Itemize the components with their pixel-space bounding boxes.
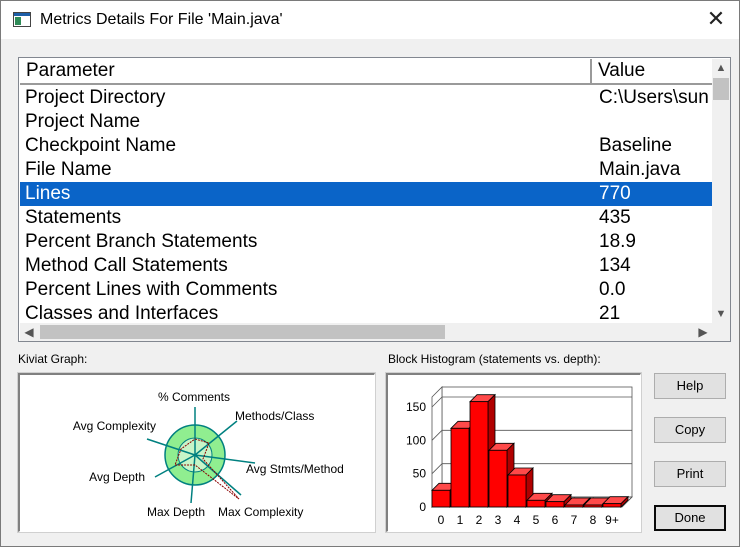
row-parameter: Percent Branch Statements	[25, 231, 258, 252]
table-header: Parameter Value	[20, 59, 712, 85]
row-parameter: Lines	[25, 183, 71, 204]
histogram-bar	[602, 503, 622, 508]
histogram-x-tick-label: 3	[495, 513, 502, 527]
histogram-bar	[507, 474, 527, 508]
row-value: C:\Users\sun	[599, 87, 709, 108]
row-value: 0.0	[599, 279, 626, 300]
scroll-up-arrow-icon[interactable]: ▲	[712, 59, 730, 77]
histogram-y-tick-label: 50	[413, 467, 427, 481]
vertical-scroll-thumb[interactable]	[713, 78, 729, 100]
row-parameter: Method Call Statements	[25, 255, 228, 276]
kiviat-axis-label: Avg Stmts/Method	[246, 462, 344, 476]
table-row[interactable]: Statements 435	[20, 206, 712, 230]
table-row[interactable]: Percent Branch Statements 18.9	[20, 230, 712, 254]
row-value: Baseline	[599, 135, 672, 156]
vertical-scrollbar[interactable]: ▲ ▼	[712, 59, 730, 323]
kiviat-axis-label: % Comments	[158, 390, 230, 404]
table-row[interactable]: Checkpoint Name Baseline	[20, 134, 712, 158]
kiviat-axis-label: Methods/Class	[235, 409, 314, 423]
app-window-icon	[13, 12, 31, 27]
histogram-x-tick-label: 8	[590, 513, 597, 527]
table-row[interactable]: Project Name	[20, 110, 712, 134]
histogram-x-tick-label: 5	[533, 513, 540, 527]
row-value: 770	[599, 183, 631, 204]
row-parameter: Checkpoint Name	[25, 135, 177, 156]
histogram-y-tick-label: 150	[406, 400, 426, 414]
row-parameter: Project Directory	[25, 87, 166, 108]
row-value: 134	[599, 255, 631, 276]
scroll-down-arrow-icon[interactable]: ▼	[712, 305, 730, 323]
histogram-bar	[488, 449, 508, 508]
done-button[interactable]: Done	[654, 505, 726, 531]
row-value: 435	[599, 207, 631, 228]
kiviat-graph: % Comments Methods/Class Avg Stmts/Method M…	[73, 390, 344, 519]
row-value: 18.9	[599, 231, 636, 252]
table-row[interactable]: Classes and Interfaces 21	[20, 302, 712, 324]
table-row[interactable]: File Name Main.java	[20, 158, 712, 182]
histogram-y-tick-label: 100	[406, 433, 426, 447]
close-button[interactable]: ✕	[693, 1, 739, 39]
column-header-parameter[interactable]: Parameter	[20, 59, 592, 83]
row-parameter: Statements	[25, 207, 122, 228]
horizontal-scrollbar[interactable]: ◀ ▶	[20, 323, 712, 341]
kiviat-axis-label: Avg Complexity	[73, 419, 156, 433]
histogram-y-tick-label: 0	[419, 500, 426, 514]
histogram-panel: 0 50 100 150 0 1 2 3 4 5 6 7 8 9+	[385, 372, 642, 533]
histogram-x-tick-label: 7	[571, 513, 578, 527]
metrics-table[interactable]: Parameter Value Project Directory C:\User…	[18, 57, 731, 342]
copy-button[interactable]: Copy	[654, 417, 726, 443]
row-parameter: Project Name	[25, 111, 141, 132]
histogram-bar	[469, 401, 489, 508]
histogram-x-tick-label: 2	[476, 513, 483, 527]
histogram-bar	[450, 427, 470, 508]
table-row[interactable]: Lines 770	[20, 182, 712, 206]
row-parameter: Classes and Interfaces	[25, 303, 219, 324]
kiviat-axis-label: Avg Depth	[89, 470, 145, 484]
row-value: 21	[599, 303, 621, 324]
histogram-bar	[583, 504, 603, 508]
table-body: Project Directory C:\Users\sun Project Nam…	[20, 86, 712, 324]
scroll-right-arrow-icon[interactable]: ▶	[694, 323, 712, 341]
print-button[interactable]: Print	[654, 461, 726, 487]
scroll-left-arrow-icon[interactable]: ◀	[20, 323, 38, 341]
row-parameter: File Name	[25, 159, 112, 180]
kiviat-axis-label: Max Complexity	[218, 505, 303, 519]
kiviat-label: Kiviat Graph:	[18, 352, 88, 366]
histogram-label: Block Histogram (statements vs. depth):	[388, 352, 601, 366]
metrics-dialog: Metrics Details For File 'Main.java' ✕ P…	[0, 0, 740, 547]
title-bar: Metrics Details For File 'Main.java' ✕	[1, 1, 739, 39]
block-histogram: 0501001500 1 2 3 4 5 6 7 8 9+	[406, 386, 633, 527]
kiviat-panel: % Comments Methods/Class Avg Stmts/Method M…	[17, 372, 376, 533]
histogram-bar	[545, 501, 565, 508]
histogram-bar	[431, 489, 451, 508]
row-value: Main.java	[599, 159, 681, 180]
kiviat-axis-label: Max Depth	[147, 505, 205, 519]
histogram-x-tick-label: 1	[457, 513, 464, 527]
table-row[interactable]: Method Call Statements 134	[20, 254, 712, 278]
row-parameter: Percent Lines with Comments	[25, 279, 278, 300]
window-title: Metrics Details For File 'Main.java'	[40, 11, 283, 28]
help-button[interactable]: Help	[654, 373, 726, 399]
scroll-corner	[712, 323, 730, 341]
histogram-x-tick-label: 6	[552, 513, 559, 527]
horizontal-scroll-thumb[interactable]	[40, 325, 445, 339]
table-row[interactable]: Project Directory C:\Users\sun	[20, 86, 712, 110]
column-header-value[interactable]: Value	[592, 59, 722, 83]
table-row[interactable]: Percent Lines with Comments 0.0	[20, 278, 712, 302]
histogram-bar	[564, 504, 584, 508]
histogram-x-tick-label: 4	[514, 513, 521, 527]
histogram-x-tick-label: 0	[438, 513, 445, 527]
histogram-bar	[526, 499, 546, 508]
histogram-x-tick-label: 9+	[605, 513, 619, 527]
